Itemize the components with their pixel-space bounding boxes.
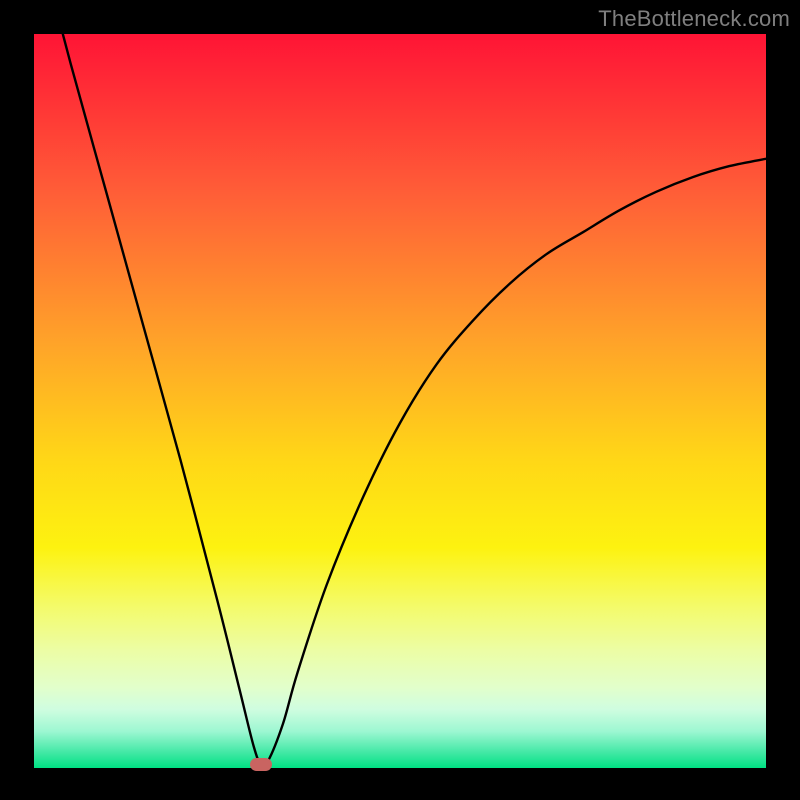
optimum-marker <box>250 758 272 771</box>
bottleneck-curve <box>34 34 766 768</box>
plot-area <box>34 34 766 768</box>
watermark-text: TheBottleneck.com <box>598 6 790 32</box>
chart-frame: TheBottleneck.com <box>0 0 800 800</box>
curve-path <box>34 34 766 766</box>
